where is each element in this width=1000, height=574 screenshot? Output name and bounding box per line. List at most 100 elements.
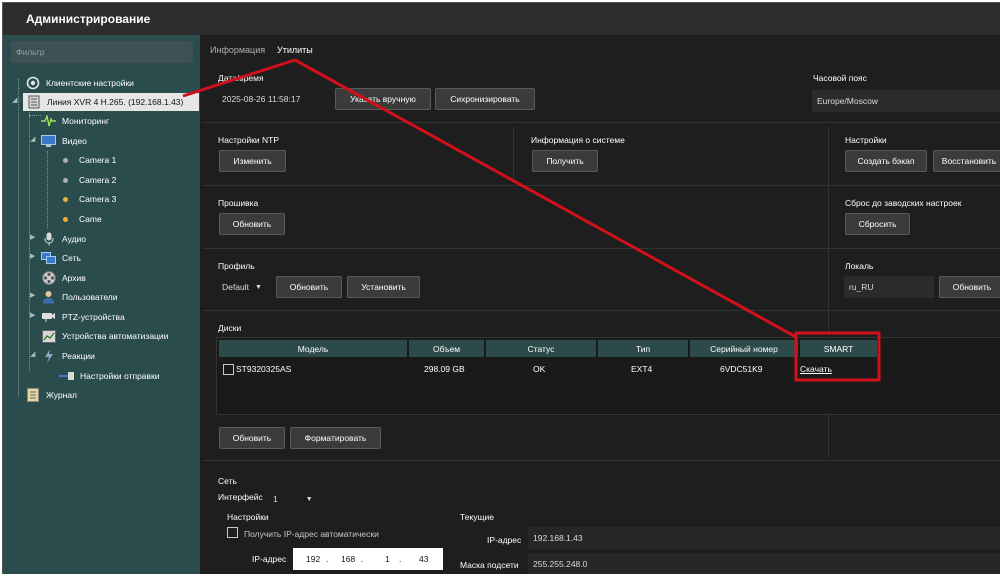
sysinfo-label: Информация о системе — [531, 135, 625, 145]
current-ip-label: IP-адрес — [487, 535, 522, 545]
tree-item-archive[interactable]: Архив — [41, 269, 86, 287]
tab-bar: Информация Утилиты — [202, 35, 1000, 59]
tree-item-video[interactable]: Видео — [41, 132, 87, 150]
dropdown-arrow-icon: ▼ — [254, 283, 262, 291]
tree-item-ptz[interactable]: PTZ-устройства — [41, 308, 125, 326]
locale-label: Локаль — [845, 261, 874, 271]
restore-button[interactable]: Восстановить — [933, 150, 1000, 172]
ntp-change-button[interactable]: Изменить — [219, 150, 286, 172]
ptz-camera-icon — [41, 310, 56, 324]
automation-icon — [41, 329, 56, 343]
expand-arrow-icon[interactable]: ▶ — [30, 252, 35, 260]
tree-item-xvr-device[interactable]: Линия XVR 4 H.265. (192.168.1.43) — [23, 93, 199, 111]
timezone-select[interactable]: Europe/Moscow — [812, 90, 1000, 112]
camera-status-dot — [63, 216, 68, 222]
tree-item-camera[interactable]: Camera 2 — [59, 171, 116, 189]
disk-row-checkbox[interactable] — [223, 364, 234, 375]
timezone-label: Часовой пояс — [813, 73, 867, 83]
factory-reset-label: Сброс до заводских настроек — [845, 198, 962, 208]
disk-model: ST9320325AS — [236, 364, 292, 374]
tree-item-users[interactable]: Пользователи — [41, 288, 117, 306]
datetime-label: Дата/время — [218, 73, 264, 83]
profile-label: Профиль — [218, 261, 255, 271]
ip-label: IP-адрес — [252, 554, 287, 564]
user-icon — [41, 290, 56, 304]
column-header-model[interactable]: Модель — [219, 340, 407, 357]
tree-item-reactions[interactable]: Реакции — [41, 347, 95, 365]
column-header-size[interactable]: Объем — [409, 340, 484, 357]
datetime-value: 2025-08-26 11:58:17 — [218, 88, 328, 110]
collapse-arrow-icon[interactable]: ◢ — [30, 135, 35, 143]
locale-input[interactable]: ru_RU — [844, 276, 934, 298]
disks-format-button[interactable]: Форматировать — [290, 427, 381, 449]
disk-serial: 6VDC51K9 — [720, 364, 763, 374]
set-manual-button[interactable]: Указать вручную — [335, 88, 431, 110]
expand-arrow-icon[interactable]: ▶ — [30, 233, 35, 241]
dropdown-arrow-icon: ▼ — [305, 495, 313, 503]
tree-item-send-settings[interactable]: Настройки отправки — [59, 367, 160, 385]
network-settings-label: Настройки — [227, 512, 269, 522]
film-reel-icon — [41, 271, 56, 285]
profile-install-button[interactable]: Установить — [347, 276, 420, 298]
tree-item-client-settings[interactable]: Клиентские настройки — [25, 74, 134, 92]
profile-update-button[interactable]: Обновить — [276, 276, 342, 298]
tree-item-network[interactable]: Сеть — [41, 249, 81, 267]
tree-item-camera[interactable]: Camera 3 — [59, 190, 116, 208]
sidebar: Фильтр Клиентские настройки ◢ Линия XVR … — [3, 35, 200, 574]
column-header-serial[interactable]: Серийный номер — [690, 340, 798, 357]
column-header-status[interactable]: Статус — [486, 340, 596, 357]
disk-status: OK — [533, 364, 546, 374]
filter-input[interactable]: Фильтр — [11, 41, 193, 63]
disk-size: 298.09 GB — [424, 364, 465, 374]
admin-window: Администрирование Фильтр Клиентские наст… — [2, 2, 1000, 574]
tree-item-audio[interactable]: Аудио — [41, 230, 86, 248]
create-backup-button[interactable]: Создать бэкап — [845, 150, 927, 172]
column-header-type[interactable]: Тип — [598, 340, 688, 357]
tab-info[interactable]: Информация — [210, 45, 265, 55]
network-label: Сеть — [218, 476, 237, 486]
send-settings-icon — [59, 369, 74, 383]
dhcp-label: Получить IP-адрес автоматически — [244, 529, 379, 539]
factory-reset-button[interactable]: Сбросить — [845, 213, 910, 235]
window-title: Администрирование — [26, 12, 151, 26]
sysinfo-get-button[interactable]: Получить — [532, 150, 598, 172]
lightning-icon — [41, 349, 56, 363]
column-header-smart[interactable]: SMART — [800, 340, 877, 357]
microphone-icon — [41, 232, 56, 246]
tree-item-journal[interactable]: Журнал — [25, 386, 77, 404]
main-panel: Информация Утилиты Дата/время 2025-08-26… — [202, 35, 1000, 574]
current-label: Текущие — [460, 512, 494, 522]
expand-arrow-icon[interactable]: ▶ — [30, 311, 35, 319]
tree-item-camera[interactable]: Camera 1 — [59, 151, 116, 169]
tab-utilities[interactable]: Утилиты — [277, 45, 313, 55]
current-mask-value: 255.255.248.0 — [528, 553, 1000, 574]
disk-type: EXT4 — [631, 364, 653, 374]
expand-arrow-icon[interactable]: ▶ — [30, 291, 35, 299]
camera-status-dot — [63, 196, 68, 202]
tree-item-monitoring[interactable]: Мониторинг — [41, 112, 109, 130]
interface-select[interactable]: 1 ▼ — [269, 488, 324, 510]
sync-time-button[interactable]: Сихронизировать — [435, 88, 535, 110]
collapse-arrow-icon[interactable]: ◢ — [30, 350, 35, 358]
ip-address-input[interactable]: 192 . 168 . 1 . 43 — [293, 548, 443, 570]
journal-icon — [25, 388, 40, 402]
tree-item-camera[interactable]: Came — [59, 210, 102, 228]
collapse-arrow-icon[interactable]: ◢ — [12, 96, 17, 104]
current-mask-label: Маска подсети — [460, 560, 519, 570]
tree-item-automation[interactable]: Устройства автоматизации — [41, 327, 168, 345]
firmware-label: Прошивка — [218, 198, 259, 208]
monitor-icon — [41, 134, 56, 148]
camera-status-dot — [63, 177, 68, 183]
pulse-icon — [41, 114, 56, 128]
firmware-update-button[interactable]: Обновить — [219, 213, 285, 235]
dhcp-checkbox[interactable] — [227, 527, 238, 538]
settings-label: Настройки — [845, 135, 887, 145]
disks-update-button[interactable]: Обновить — [219, 427, 285, 449]
smart-download-link[interactable]: Скачать — [800, 364, 832, 374]
server-icon — [26, 95, 41, 109]
ntp-label: Настройки NTP — [218, 135, 280, 145]
locale-update-button[interactable]: Обновить — [939, 276, 1000, 298]
camera-status-dot — [63, 157, 68, 163]
current-ip-value: 192.168.1.43 — [528, 527, 1000, 549]
profile-select[interactable]: Default ▼ — [218, 276, 273, 298]
